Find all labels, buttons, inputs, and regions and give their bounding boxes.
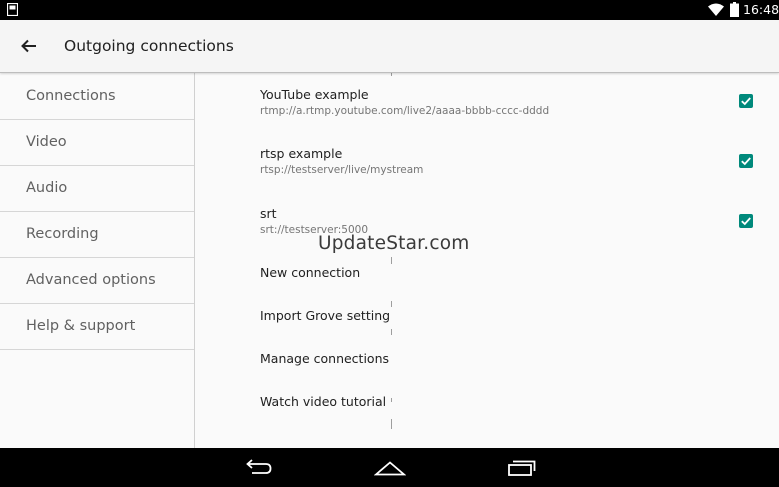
divider xyxy=(391,257,392,264)
checkmark-icon xyxy=(741,157,751,166)
sidebar-item-advanced-options[interactable]: Advanced options xyxy=(0,257,194,304)
connection-url: rtsp://testserver/live/mystream xyxy=(260,164,424,176)
connection-checkbox[interactable] xyxy=(739,214,753,228)
sidebar-item-label: Recording xyxy=(26,226,99,242)
new-connection-button[interactable]: New connection xyxy=(260,265,360,281)
manage-connections-button[interactable]: Manage connections xyxy=(260,351,389,367)
battery-icon xyxy=(730,2,739,17)
sidebar: Connections Video Audio Recording Advanc… xyxy=(0,73,195,448)
connection-name: rtsp example xyxy=(260,146,343,161)
connections-panel: YouTube example rtmp://a.rtmp.youtube.co… xyxy=(195,69,779,448)
sidebar-item-video[interactable]: Video xyxy=(0,119,194,166)
connection-checkbox[interactable] xyxy=(739,94,753,108)
arrow-back-icon[interactable] xyxy=(19,36,39,56)
connection-name: YouTube example xyxy=(260,87,369,102)
sidebar-item-label: Audio xyxy=(26,180,68,196)
watermark: UpdateStar.com xyxy=(318,233,470,254)
sidebar-item-recording[interactable]: Recording xyxy=(0,211,194,258)
sidebar-item-audio[interactable]: Audio xyxy=(0,165,194,212)
app-bar: Outgoing connections xyxy=(0,20,779,73)
page-title: Outgoing connections xyxy=(64,37,234,55)
status-time: 16:48 xyxy=(743,2,779,17)
sidebar-item-label: Advanced options xyxy=(26,272,156,288)
divider xyxy=(391,419,392,429)
divider xyxy=(391,398,392,402)
connection-url: rtmp://a.rtmp.youtube.com/live2/aaaa-bbb… xyxy=(260,105,550,117)
divider xyxy=(391,329,392,335)
home-nav-icon[interactable] xyxy=(374,458,406,478)
sidebar-item-label: Video xyxy=(26,134,67,150)
notification-icon xyxy=(7,3,18,16)
checkmark-icon xyxy=(741,97,751,106)
watch-video-tutorial-button[interactable]: Watch video tutorial xyxy=(260,394,386,410)
wifi-icon xyxy=(708,3,724,16)
connection-checkbox[interactable] xyxy=(739,154,753,168)
sidebar-item-label: Help & support xyxy=(26,318,136,334)
sidebar-item-label: Connections xyxy=(26,88,116,104)
connection-name: srt xyxy=(260,206,277,221)
checkmark-icon xyxy=(741,217,751,226)
sidebar-item-connections[interactable]: Connections xyxy=(0,73,194,120)
back-nav-icon[interactable] xyxy=(244,458,272,478)
recents-nav-icon[interactable] xyxy=(506,458,536,478)
divider xyxy=(391,301,392,307)
import-grove-setting-button[interactable]: Import Grove setting xyxy=(260,308,390,324)
navigation-bar xyxy=(0,448,779,487)
sidebar-item-help-support[interactable]: Help & support xyxy=(0,303,194,350)
status-bar: 16:48 xyxy=(0,0,779,20)
